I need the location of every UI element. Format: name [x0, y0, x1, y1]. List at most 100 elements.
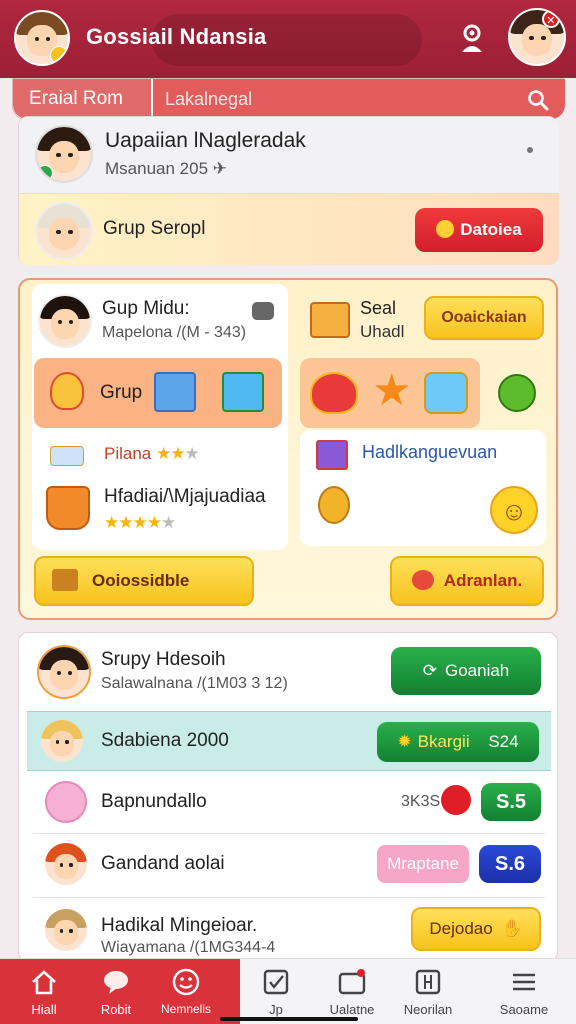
nav-item-neorilan[interactable]: Neorilan: [388, 959, 468, 1024]
rating-row-2: ★★★★★: [104, 512, 176, 534]
nav-item-robit[interactable]: Robit: [76, 959, 156, 1024]
list-item[interactable]: Sdabiena 2000 ✹ Bkargii S24: [27, 711, 551, 771]
divider: [33, 897, 545, 898]
group-row-label: Grup Seropl: [103, 218, 206, 239]
nav-item-ualatne[interactable]: Ualatne: [312, 959, 392, 1024]
star-badge-icon: ★: [372, 366, 412, 415]
glasses-man-avatar: [43, 907, 89, 953]
list-item[interactable]: Bapnundallo 3K3S S.5: [19, 773, 559, 833]
tab-room[interactable]: Eraial Rom: [13, 79, 151, 119]
band-label: Grup: [100, 382, 143, 403]
list-item-title: Bapnundallo: [101, 791, 207, 812]
top-card-row[interactable]: Uapaiian lNagleradak Msanuan 205 ✈: [19, 117, 559, 193]
list-item-value[interactable]: S.5: [481, 783, 541, 821]
profile-pin-icon[interactable]: [456, 22, 488, 56]
nav-item-jp[interactable]: Jp: [236, 959, 316, 1024]
chat-badge-icon[interactable]: [252, 302, 274, 320]
medal-icon: [318, 486, 350, 524]
list-item-value[interactable]: S.6: [479, 845, 541, 883]
panel-footer-right-button[interactable]: Adranlan.: [390, 556, 544, 606]
nav-label: Robit: [100, 1002, 132, 1017]
rating-row-1: Pilana ★★★: [104, 444, 200, 464]
rating1-label: Pilana: [104, 444, 152, 463]
app-header: Gossiail Ndansia ✕: [0, 0, 576, 78]
panel-right-sub: Uhadl: [360, 322, 405, 341]
panel-footer-left-button[interactable]: Ooiossidble: [34, 556, 254, 606]
group-action-button[interactable]: Datoiea: [415, 208, 543, 252]
list-item-sub: Wiayamana /(1MG344-4: [101, 939, 276, 956]
list-item-button[interactable]: Dejodao ✋: [411, 907, 541, 951]
nav-item-nemnelis[interactable]: Nemnelis: [146, 959, 226, 1024]
panel-right-band[interactable]: ★: [300, 358, 480, 428]
crown-icon: [50, 446, 84, 466]
redhead-avatar: [43, 841, 89, 887]
feature-panel: Gup Midu: Mapelona /(M - 343) Grup Pilan…: [18, 278, 558, 620]
star-empty-icon: ★: [160, 513, 176, 532]
top-card-subtitle: Msanuan 205 ✈: [105, 159, 227, 178]
top-card: Uapaiian lNagleradak Msanuan 205 ✈ Grup …: [18, 116, 559, 265]
panel-footer-right-label: Adranlan.: [443, 571, 523, 590]
girl-avatar: [38, 294, 92, 348]
home-indicator[interactable]: [220, 1017, 358, 1021]
list-item-tag[interactable]: Mraptane: [377, 845, 469, 883]
balloon-icon: [498, 374, 536, 412]
refresh-icon: ⟳: [422, 661, 437, 680]
pink-circle-icon: [45, 781, 87, 823]
list-item-count: 3K3S: [401, 793, 441, 810]
rating2-label: Hfadiai/\Mjajuadiaa: [104, 486, 266, 507]
notification-badge: ✕: [542, 10, 560, 28]
app-title: Gossiail Ndansia: [86, 24, 267, 49]
list-item-title: Sdabiena 2000: [101, 730, 229, 751]
panel-right-list-label: Hadlkanguevuan: [362, 442, 498, 462]
panel-right-button[interactable]: Ooaickaian: [424, 296, 544, 340]
nav-item-saoame[interactable]: Saoame: [484, 959, 564, 1024]
gift-box-icon: [154, 372, 196, 412]
home-icon: [32, 970, 56, 995]
briefcase-icon: [52, 569, 78, 591]
divider: [33, 833, 545, 834]
heart-icon: [310, 372, 358, 414]
bell-icon: [436, 220, 455, 238]
group-action-label: Datoiea: [460, 220, 522, 239]
nav-item-home[interactable]: Hiall: [4, 959, 84, 1024]
list-item[interactable]: Srupy Hdesoih Salawalnana /(1M03 3 12) ⟳…: [19, 633, 559, 713]
present-icon: [222, 372, 264, 412]
search-placeholder: Lakalnegal: [165, 89, 253, 109]
more-icon[interactable]: [527, 147, 533, 153]
user-avatar-right[interactable]: ✕: [508, 8, 566, 66]
star-icon: ★★: [156, 444, 186, 463]
panel-right-title: Seal: [360, 298, 397, 318]
search-icon[interactable]: [527, 89, 549, 111]
list-item-sub: Salawalnana /(1M03 3 12): [101, 675, 288, 692]
panel-orange-band[interactable]: Grup: [34, 358, 282, 428]
inbox-icon: [338, 969, 366, 995]
nav-label: Jp: [269, 1002, 283, 1017]
user-avatar-left[interactable]: [14, 10, 70, 66]
smile-icon: [172, 968, 200, 996]
search-input[interactable]: Lakalnegal: [153, 79, 565, 119]
smiley-icon[interactable]: ☺: [490, 486, 538, 534]
group-row[interactable]: Grup Seropl Datoiea: [19, 193, 559, 265]
woman-avatar: [37, 645, 91, 699]
top-card-title: Uapaiian lNagleradak: [105, 129, 306, 152]
nav-label: Neorilan: [403, 1002, 453, 1017]
search-bar: Eraial Rom Lakalnegal: [12, 78, 565, 120]
nav-label: Saoame: [499, 1002, 549, 1017]
list-item-title: Gandand aolai: [101, 853, 225, 874]
list-item-button[interactable]: ✹ Bkargii S24: [377, 722, 539, 762]
gear-icon: ✹: [397, 732, 412, 751]
chat-icon: [104, 971, 128, 994]
list-item-button[interactable]: ⟳ Goaniah: [391, 647, 541, 695]
panel-right-button-label: Ooaickaian: [441, 309, 527, 326]
tv-smile-icon: [424, 372, 468, 414]
panel-right-card[interactable]: Hadlkanguevuan ☺: [300, 430, 546, 546]
checkbox-icon: [263, 969, 289, 995]
menu-icon: [513, 973, 535, 991]
list-item[interactable]: Hadikal Mingeioar. Wiayamana /(1MG344-4 …: [19, 899, 559, 961]
star-icon: ★★★★: [104, 513, 162, 532]
list-item[interactable]: Gandand aolai Mraptane S.6: [19, 835, 559, 895]
contact-list: Srupy Hdesoih Salawalnana /(1M03 3 12) ⟳…: [18, 632, 558, 962]
lemon-gift-icon: [50, 372, 84, 410]
panel-left-sub: Mapelona /(M - 343): [102, 324, 247, 341]
list-item-title: Hadikal Mingeioar.: [101, 915, 258, 936]
